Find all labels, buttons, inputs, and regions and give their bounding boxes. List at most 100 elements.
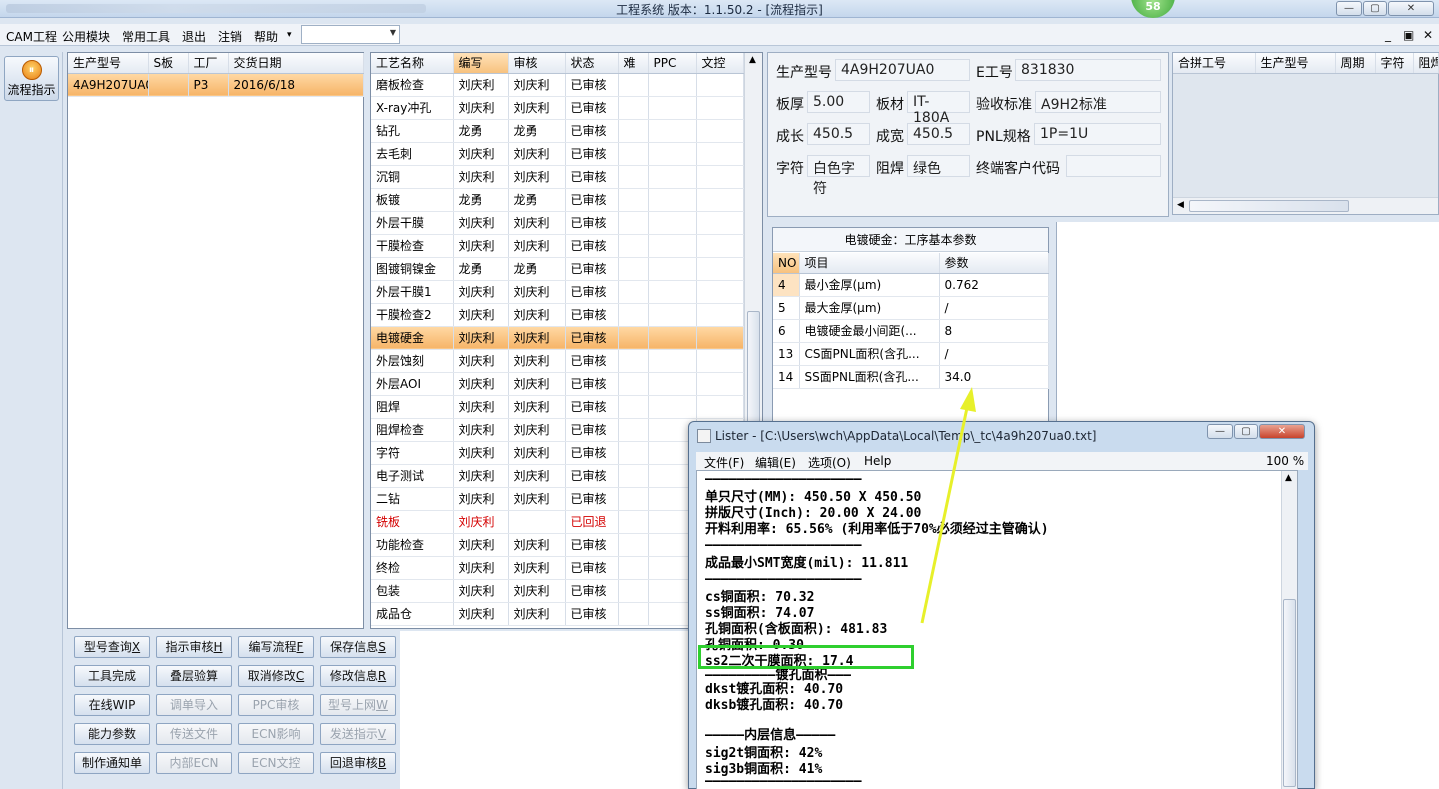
lister-restore-button[interactable]: ▢ xyxy=(1234,424,1258,439)
ppc-cell[interactable] xyxy=(648,372,697,396)
tool-complete-button[interactable]: 工具完成 xyxy=(74,665,150,687)
ppc-cell[interactable] xyxy=(648,326,697,350)
stackup-check-button[interactable]: 叠层验算 xyxy=(156,665,232,687)
writer-cell[interactable]: 刘庆利 xyxy=(453,395,509,419)
model-online-button[interactable]: 型号上网W xyxy=(320,694,396,716)
process-name-cell[interactable]: 外层蚀刻 xyxy=(371,349,454,373)
difficulty-cell[interactable] xyxy=(618,395,649,419)
process-row[interactable]: 外层干膜1 刘庆利 刘庆利 已审核 xyxy=(371,280,744,304)
col-reviewer[interactable]: 审核 xyxy=(508,53,566,74)
col-model[interactable]: 生产型号 xyxy=(68,53,149,74)
param-no-cell[interactable]: 14 xyxy=(773,365,800,389)
order-factory-cell[interactable]: P3 xyxy=(188,73,229,97)
process-name-cell[interactable]: 阻焊检查 xyxy=(371,418,454,442)
reviewer-cell[interactable]: 刘庆利 xyxy=(508,211,566,235)
process-row[interactable]: 板镀 龙勇 龙勇 已审核 xyxy=(371,188,744,212)
lister-scroll-up-icon[interactable]: ▲ xyxy=(1285,473,1292,483)
doc-control-cell[interactable] xyxy=(696,372,744,396)
process-name-cell[interactable]: 干膜检查 xyxy=(371,234,454,258)
difficulty-cell[interactable] xyxy=(618,73,649,97)
toolbar-combobox[interactable]: ▼ xyxy=(301,25,400,44)
col-no[interactable]: NO xyxy=(773,253,800,274)
col-merge-model[interactable]: 生产型号 xyxy=(1255,53,1336,74)
reviewer-cell[interactable]: 龙勇 xyxy=(508,257,566,281)
col-merge-no[interactable]: 合拼工号 xyxy=(1173,53,1256,74)
order-import-button[interactable]: 调单导入 xyxy=(156,694,232,716)
status-cell[interactable]: 已审核 xyxy=(565,142,619,166)
restore-button[interactable]: ▢ xyxy=(1363,1,1387,16)
rollback-review-button[interactable]: 回退审核B xyxy=(320,752,396,774)
reviewer-cell[interactable]: 刘庆利 xyxy=(508,303,566,327)
col-param[interactable]: 参数 xyxy=(939,253,1049,274)
model-field[interactable]: 4A9H207UA0 xyxy=(835,59,970,81)
process-name-cell[interactable]: 功能检查 xyxy=(371,533,454,557)
writer-cell[interactable]: 刘庆利 xyxy=(453,602,509,626)
lister-menu-help[interactable]: Help xyxy=(864,454,891,468)
process-row[interactable]: 阻焊 刘庆利 刘庆利 已审核 xyxy=(371,395,744,419)
param-item-cell[interactable]: CS面PNL面积(含孔... xyxy=(799,342,940,366)
process-name-cell[interactable]: 外层干膜 xyxy=(371,211,454,235)
merge-scroll-thumb[interactable] xyxy=(1189,200,1349,212)
doc-control-cell[interactable] xyxy=(696,349,744,373)
process-name-cell[interactable]: 钻孔 xyxy=(371,119,454,143)
internal-ecn-button[interactable]: 内部ECN xyxy=(156,752,232,774)
param-no-cell[interactable]: 4 xyxy=(773,273,800,297)
doc-control-cell[interactable] xyxy=(696,96,744,120)
menu-cam[interactable]: CAM工程 xyxy=(6,28,57,45)
param-row[interactable]: 13 CS面PNL面积(含孔... / xyxy=(773,342,1049,366)
status-cell[interactable]: 已审核 xyxy=(565,602,619,626)
reviewer-cell[interactable]: 刘庆利 xyxy=(508,579,566,603)
reviewer-cell[interactable]: 刘庆利 xyxy=(508,234,566,258)
difficulty-cell[interactable] xyxy=(618,142,649,166)
difficulty-cell[interactable] xyxy=(618,234,649,258)
process-row[interactable]: X-ray冲孔 刘庆利 刘庆利 已审核 xyxy=(371,96,744,120)
writer-cell[interactable]: 刘庆利 xyxy=(453,487,509,511)
status-cell[interactable]: 已审核 xyxy=(565,418,619,442)
thickness-field[interactable]: 5.00 xyxy=(807,91,870,113)
param-no-cell[interactable]: 5 xyxy=(773,296,800,320)
lister-menu-edit[interactable]: 编辑(E) xyxy=(755,454,796,471)
pnl-field[interactable]: 1P=1U xyxy=(1034,123,1161,145)
doc-control-cell[interactable] xyxy=(696,326,744,350)
reviewer-cell[interactable]: 刘庆利 xyxy=(508,487,566,511)
writer-cell[interactable]: 刘庆利 xyxy=(453,579,509,603)
order-date-cell[interactable]: 2016/6/18 xyxy=(228,73,364,97)
order-model-cell[interactable]: 4A9H207UA0 xyxy=(68,73,149,97)
flow-indicator-button[interactable]: ⏸ 流程指示 xyxy=(4,56,59,101)
doc-control-cell[interactable] xyxy=(696,119,744,143)
ppc-cell[interactable] xyxy=(648,211,697,235)
ppc-cell[interactable] xyxy=(648,257,697,281)
reviewer-cell[interactable]: 龙勇 xyxy=(508,119,566,143)
order-row[interactable]: 4A9H207UA0 P3 2016/6/18 xyxy=(68,73,364,97)
status-cell[interactable]: 已审核 xyxy=(565,441,619,465)
reviewer-cell[interactable]: 刘庆利 xyxy=(508,349,566,373)
writer-cell[interactable]: 刘庆利 xyxy=(453,326,509,350)
difficulty-cell[interactable] xyxy=(618,280,649,304)
status-cell[interactable]: 已审核 xyxy=(565,188,619,212)
col-sboard[interactable]: S板 xyxy=(148,53,189,74)
close-button[interactable]: ✕ xyxy=(1388,1,1434,16)
lister-menu-file[interactable]: 文件(F) xyxy=(704,454,744,471)
doc-control-cell[interactable] xyxy=(696,395,744,419)
lister-menu-options[interactable]: 选项(O) xyxy=(808,454,851,471)
writer-cell[interactable]: 刘庆利 xyxy=(453,211,509,235)
writer-cell[interactable]: 刘庆利 xyxy=(453,303,509,327)
material-field[interactable]: IT-180A xyxy=(907,91,970,126)
col-writer[interactable]: 编写 xyxy=(453,53,509,74)
process-name-cell[interactable]: 电子测试 xyxy=(371,464,454,488)
status-cell[interactable]: 已审核 xyxy=(565,349,619,373)
instruction-review-button[interactable]: 指示审核H xyxy=(156,636,232,658)
writer-cell[interactable]: 刘庆利 xyxy=(453,165,509,189)
status-cell[interactable]: 已审核 xyxy=(565,556,619,580)
status-cell[interactable]: 已审核 xyxy=(565,280,619,304)
difficulty-cell[interactable] xyxy=(618,464,649,488)
status-cell[interactable]: 已审核 xyxy=(565,211,619,235)
reviewer-cell[interactable]: 刘庆利 xyxy=(508,418,566,442)
ppc-cell[interactable] xyxy=(648,142,697,166)
difficulty-cell[interactable] xyxy=(618,303,649,327)
reviewer-cell[interactable]: 刘庆利 xyxy=(508,280,566,304)
difficulty-cell[interactable] xyxy=(618,349,649,373)
col-status[interactable]: 状态 xyxy=(565,53,619,74)
process-name-cell[interactable]: 板镀 xyxy=(371,188,454,212)
scroll-up-icon[interactable]: ▲ xyxy=(749,55,756,65)
